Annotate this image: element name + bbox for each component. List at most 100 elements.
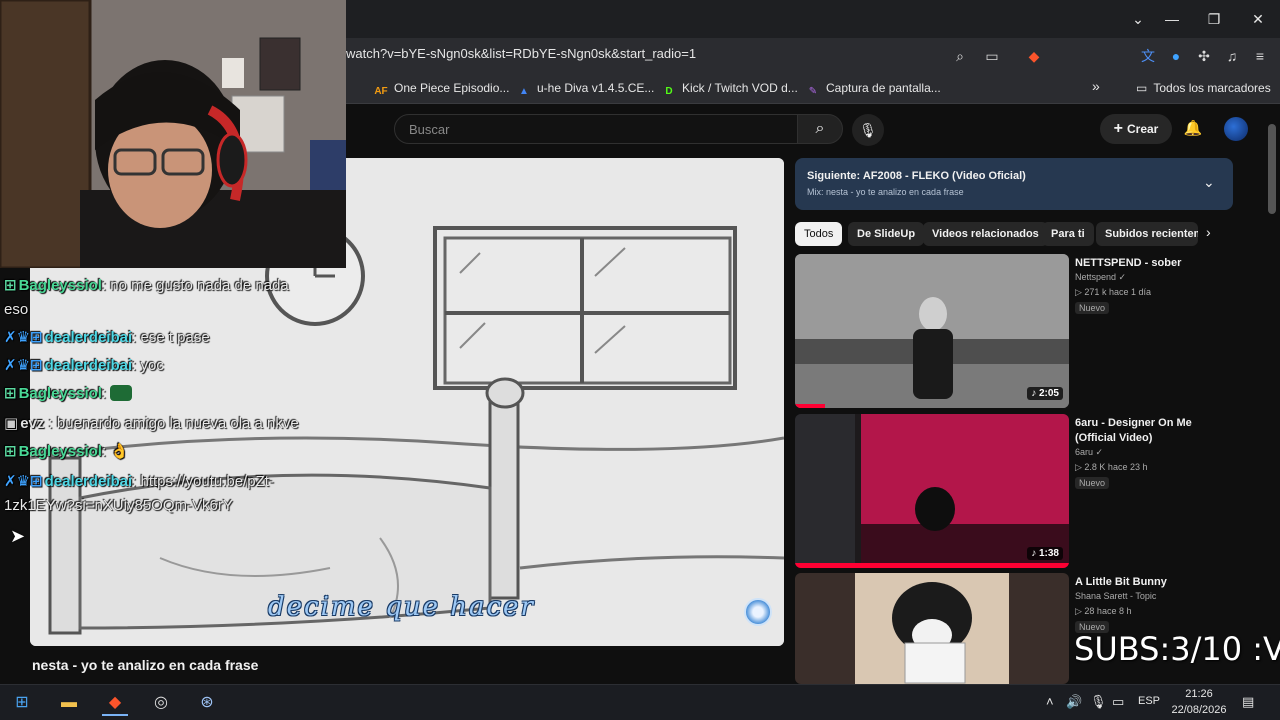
video-subtitle: decime que hacer — [268, 592, 535, 622]
cast-icon[interactable]: ▭ — [982, 46, 1002, 66]
file-explorer-icon[interactable]: ▬ — [56, 690, 82, 716]
bookmarks-overflow-button[interactable]: » — [1092, 78, 1100, 94]
google-drive-icon: ▲ — [519, 86, 529, 97]
rec-channel[interactable]: 6aru ✓ — [1075, 447, 1103, 458]
create-button[interactable]: + Crear — [1100, 114, 1172, 144]
steam-icon[interactable]: ⊛ — [194, 690, 220, 716]
bookmark-one-piece[interactable]: AF One Piece Episodio... — [374, 81, 509, 99]
rec-thumbnail[interactable]: ♪ 2:05 — [795, 254, 1069, 408]
bookmark-label: Kick / Twitch VOD d... — [682, 81, 798, 95]
windows-taskbar: ⊞ ▬ ◆ ◎ ⊛ ˄ 🔊 🎙 ▭ ESP 21:26 22/08/2026 ▤ — [0, 684, 1280, 720]
microphone-icon[interactable]: 🎙 — [1090, 694, 1107, 710]
chat-username[interactable]: dealerdeibai — [45, 473, 133, 490]
rec-title[interactable]: A Little Bit Bunny — [1075, 575, 1225, 590]
chevron-right-icon[interactable]: › — [1206, 224, 1211, 240]
chat-link[interactable]: https://youtu.be/pZt- — [140, 473, 273, 490]
chat-username[interactable]: evz — [20, 415, 44, 432]
all-bookmarks-button[interactable]: ▭ Todos los marcadores — [1136, 81, 1271, 95]
bookmark-kick-twitch[interactable]: D Kick / Twitch VOD d... — [662, 81, 798, 99]
chat-message: ✗♛⊞ dealerdeibai: ese t pase — [4, 328, 210, 346]
pen-icon: ✎ — [808, 86, 818, 97]
mod-crown-badge-icon: ✗♛⊞ — [4, 357, 43, 374]
avatar[interactable] — [1224, 117, 1248, 141]
rec-thumbnail-image — [795, 573, 1069, 684]
rec-title[interactable]: NETTSPEND - sober — [1075, 256, 1225, 271]
brave-browser-icon[interactable]: ◆ — [102, 690, 128, 716]
rec-thumbnail[interactable] — [795, 573, 1069, 684]
extension-blue-icon[interactable]: ● — [1166, 46, 1186, 66]
chat-message-continuation: eso — [4, 301, 28, 318]
chip-para-ti[interactable]: Para ti — [1042, 222, 1094, 246]
rec-meta: ▷ 28 hace 8 h — [1075, 606, 1132, 616]
chip-todos[interactable]: Todos — [795, 222, 843, 246]
tab-search-icon[interactable]: ⌄ — [1124, 8, 1152, 30]
subscriber-badge-icon: ⊞ — [4, 385, 17, 402]
chat-separator: : — [101, 385, 111, 402]
search-input[interactable]: Buscar — [394, 114, 798, 144]
chevron-down-icon[interactable]: ⌄ — [1203, 174, 1215, 191]
chat-link[interactable]: 1zk1EYw?si=nXUiy85OQm-Vk6rY — [4, 497, 233, 514]
chat-username[interactable]: dealerdeibai — [45, 357, 133, 374]
clock-date[interactable]: 22/08/2026 — [1168, 704, 1230, 716]
notification-center-icon[interactable]: ▤ — [1242, 694, 1254, 710]
chat-text: buenardo amigo la nueva ola a nkve — [56, 415, 299, 432]
kick-icon: D — [665, 86, 673, 97]
create-label: Crear — [1126, 122, 1159, 136]
media-music-icon[interactable]: ♫ — [1222, 46, 1242, 66]
subs-counter-overlay: SUBS:3/10 :V — [1074, 630, 1280, 668]
chat-message: ✗♛⊞ dealerdeibai: yoc — [4, 356, 164, 374]
clock-time[interactable]: 21:26 — [1172, 688, 1226, 700]
translate-icon[interactable]: 文 — [1138, 46, 1158, 66]
windows-start-icon[interactable]: ⊞ — [9, 690, 35, 716]
minimize-button[interactable]: — — [1158, 8, 1186, 30]
extensions-puzzle-icon[interactable]: ✣ — [1194, 46, 1214, 66]
mod-crown-badge-icon: ✗♛⊞ — [4, 473, 43, 490]
chat-username[interactable]: dealerdeibai — [45, 329, 133, 346]
chip-de-slideup[interactable]: De SlideUp — [848, 222, 925, 246]
chat-username[interactable]: Bagleyssiol — [19, 277, 102, 294]
chat-username[interactable]: Bagleyssiol — [19, 443, 102, 460]
mix-queue-panel[interactable]: Siguiente: AF2008 - FLEKO (Video Oficial… — [795, 158, 1233, 210]
bookmark-captura[interactable]: ✎ Captura de pantalla... — [806, 81, 941, 99]
rec-channel[interactable]: Nettspend ✓ — [1075, 272, 1126, 283]
mouse-cursor-icon: ➤ — [10, 526, 26, 546]
channel-watermark-icon[interactable] — [744, 598, 772, 626]
menu-icon[interactable]: ≡ — [1250, 46, 1270, 66]
rec-title[interactable]: 6aru - Designer On Me (Official Video) — [1075, 416, 1225, 446]
chat-text: no me gusto nada de nada — [110, 277, 289, 294]
url-field[interactable]: watch?v=bYE-sNgn0sk&list=RDbYE-sNgn0sk&s… — [346, 46, 696, 61]
chat-message-continuation: 1zk1EYw?si=nXUiy85OQm-Vk6rY — [4, 497, 233, 514]
bookmark-label: u-he Diva v1.4.5.CE... — [537, 81, 655, 95]
brave-shield-icon[interactable]: ◆ — [1024, 46, 1044, 66]
queue-next-title: Siguiente: AF2008 - FLEKO (Video Oficial… — [807, 170, 1026, 182]
close-button[interactable]: ✕ — [1244, 8, 1272, 30]
search-button[interactable]: ⌕ — [797, 114, 843, 144]
notifications-bell-icon[interactable]: 🔔 — [1182, 118, 1204, 140]
chat-message: ⊞ Bagleyssiol: — [4, 384, 133, 402]
all-bookmarks-label: Todos los marcadores — [1153, 81, 1271, 95]
page-scrollbar[interactable] — [1268, 124, 1276, 214]
chip-subidos-recientemente[interactable]: Subidos recientem — [1096, 222, 1198, 246]
network-icon[interactable]: ▭ — [1112, 694, 1124, 710]
rec-thumbnail[interactable]: ♪ 1:38 — [795, 414, 1069, 568]
new-badge: Nuevo — [1075, 477, 1110, 489]
bookmark-label: Captura de pantalla... — [826, 81, 941, 95]
chat-separator: : — [44, 415, 57, 432]
obs-icon[interactable]: ◎ — [148, 690, 174, 716]
rec-channel[interactable]: Shana Sarett - Topic — [1075, 591, 1156, 601]
bookmark-diva[interactable]: ▲ u-he Diva v1.4.5.CE... — [517, 81, 654, 99]
language-indicator[interactable]: ESP — [1138, 695, 1160, 707]
voice-search-button[interactable]: 🎙 — [852, 114, 884, 146]
mod-crown-badge-icon: ✗♛⊞ — [4, 329, 43, 346]
volume-icon[interactable]: 🔊 — [1066, 694, 1082, 710]
zoom-icon[interactable]: ⌕ — [950, 46, 970, 66]
subscriber-badge-icon: ⊞ — [4, 443, 17, 460]
rec-meta: ▷ 2.8 K hace 23 h — [1075, 462, 1148, 472]
chat-username[interactable]: Bagleyssiol — [19, 385, 102, 402]
chevron-up-icon[interactable]: ˄ — [1046, 694, 1054, 709]
restore-button[interactable]: ❐ — [1200, 8, 1228, 30]
chat-text: ese t pase — [140, 329, 210, 346]
video-duration: ♪ 2:05 — [1027, 387, 1063, 400]
chip-videos-relacionados[interactable]: Videos relacionados — [923, 222, 1048, 246]
folder-icon: ▭ — [1136, 81, 1148, 95]
